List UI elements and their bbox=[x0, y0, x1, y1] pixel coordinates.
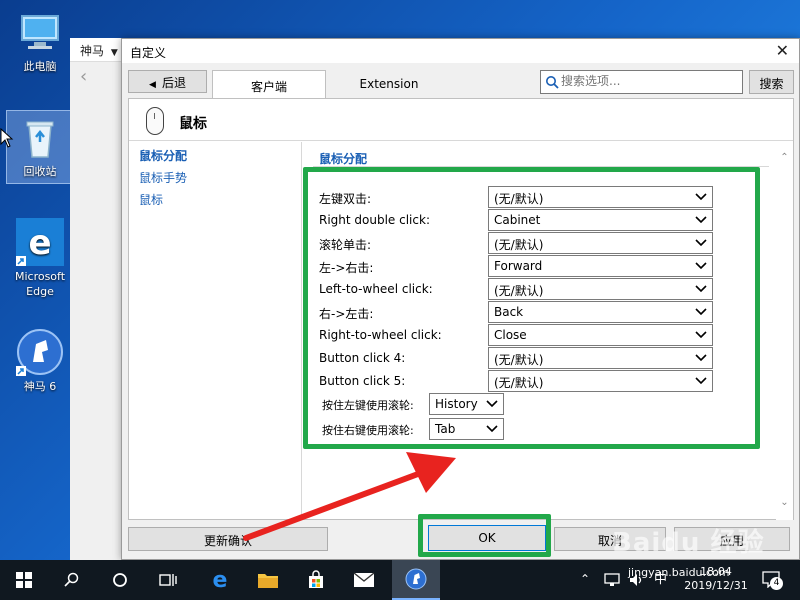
folder-icon bbox=[258, 574, 278, 588]
windows-logo-icon bbox=[16, 572, 32, 588]
task-view-icon bbox=[159, 574, 177, 586]
taskbar-edge[interactable]: e bbox=[196, 560, 244, 600]
taskbar-mail[interactable] bbox=[340, 560, 388, 600]
notification-center-button[interactable]: 4 bbox=[762, 570, 784, 590]
tray-chevron-up-icon[interactable]: ⌃ bbox=[580, 572, 590, 586]
store-icon bbox=[309, 570, 323, 588]
start-button[interactable] bbox=[0, 560, 48, 600]
red-arrow-annotation bbox=[243, 452, 456, 541]
search-icon bbox=[64, 572, 79, 587]
notification-count-badge: 4 bbox=[770, 577, 783, 590]
baidu-watermark-url: jingyan.baidu.com bbox=[628, 566, 730, 579]
cortana-icon bbox=[113, 573, 127, 587]
shenma-browser-icon bbox=[405, 568, 427, 590]
cortana-button[interactable] bbox=[96, 560, 144, 600]
taskbar-shenma[interactable] bbox=[392, 560, 440, 600]
taskbar-store[interactable] bbox=[292, 560, 340, 600]
search-taskbar-button[interactable] bbox=[48, 560, 96, 600]
baidu-watermark-logo: Baidu 经验 bbox=[612, 528, 765, 558]
svg-text:e: e bbox=[213, 569, 228, 591]
edge-icon: e bbox=[213, 568, 228, 593]
network-icon[interactable] bbox=[604, 573, 620, 587]
task-view-button[interactable] bbox=[144, 560, 192, 600]
clock-date: 2019/12/31 bbox=[684, 579, 748, 592]
taskbar-file-explorer[interactable] bbox=[244, 560, 292, 600]
mail-icon bbox=[353, 572, 375, 587]
